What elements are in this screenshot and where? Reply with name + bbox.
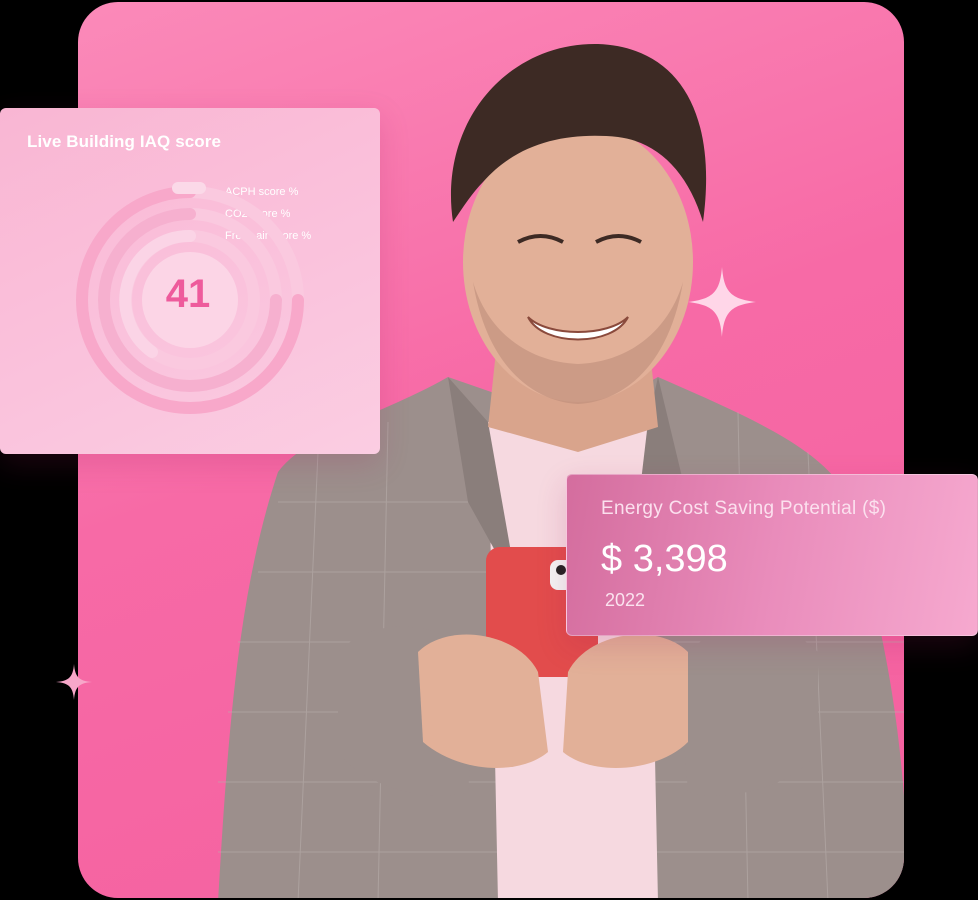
sparkle-icon [56,664,92,700]
iaq-score-value: 41 [165,272,211,316]
energy-card-title: Energy Cost Saving Potential ($) [601,498,887,519]
iaq-card-title: Live Building IAQ score [27,132,222,151]
energy-saving-value: $ 3,398 [601,538,728,580]
energy-saving-year: 2022 [605,590,646,610]
